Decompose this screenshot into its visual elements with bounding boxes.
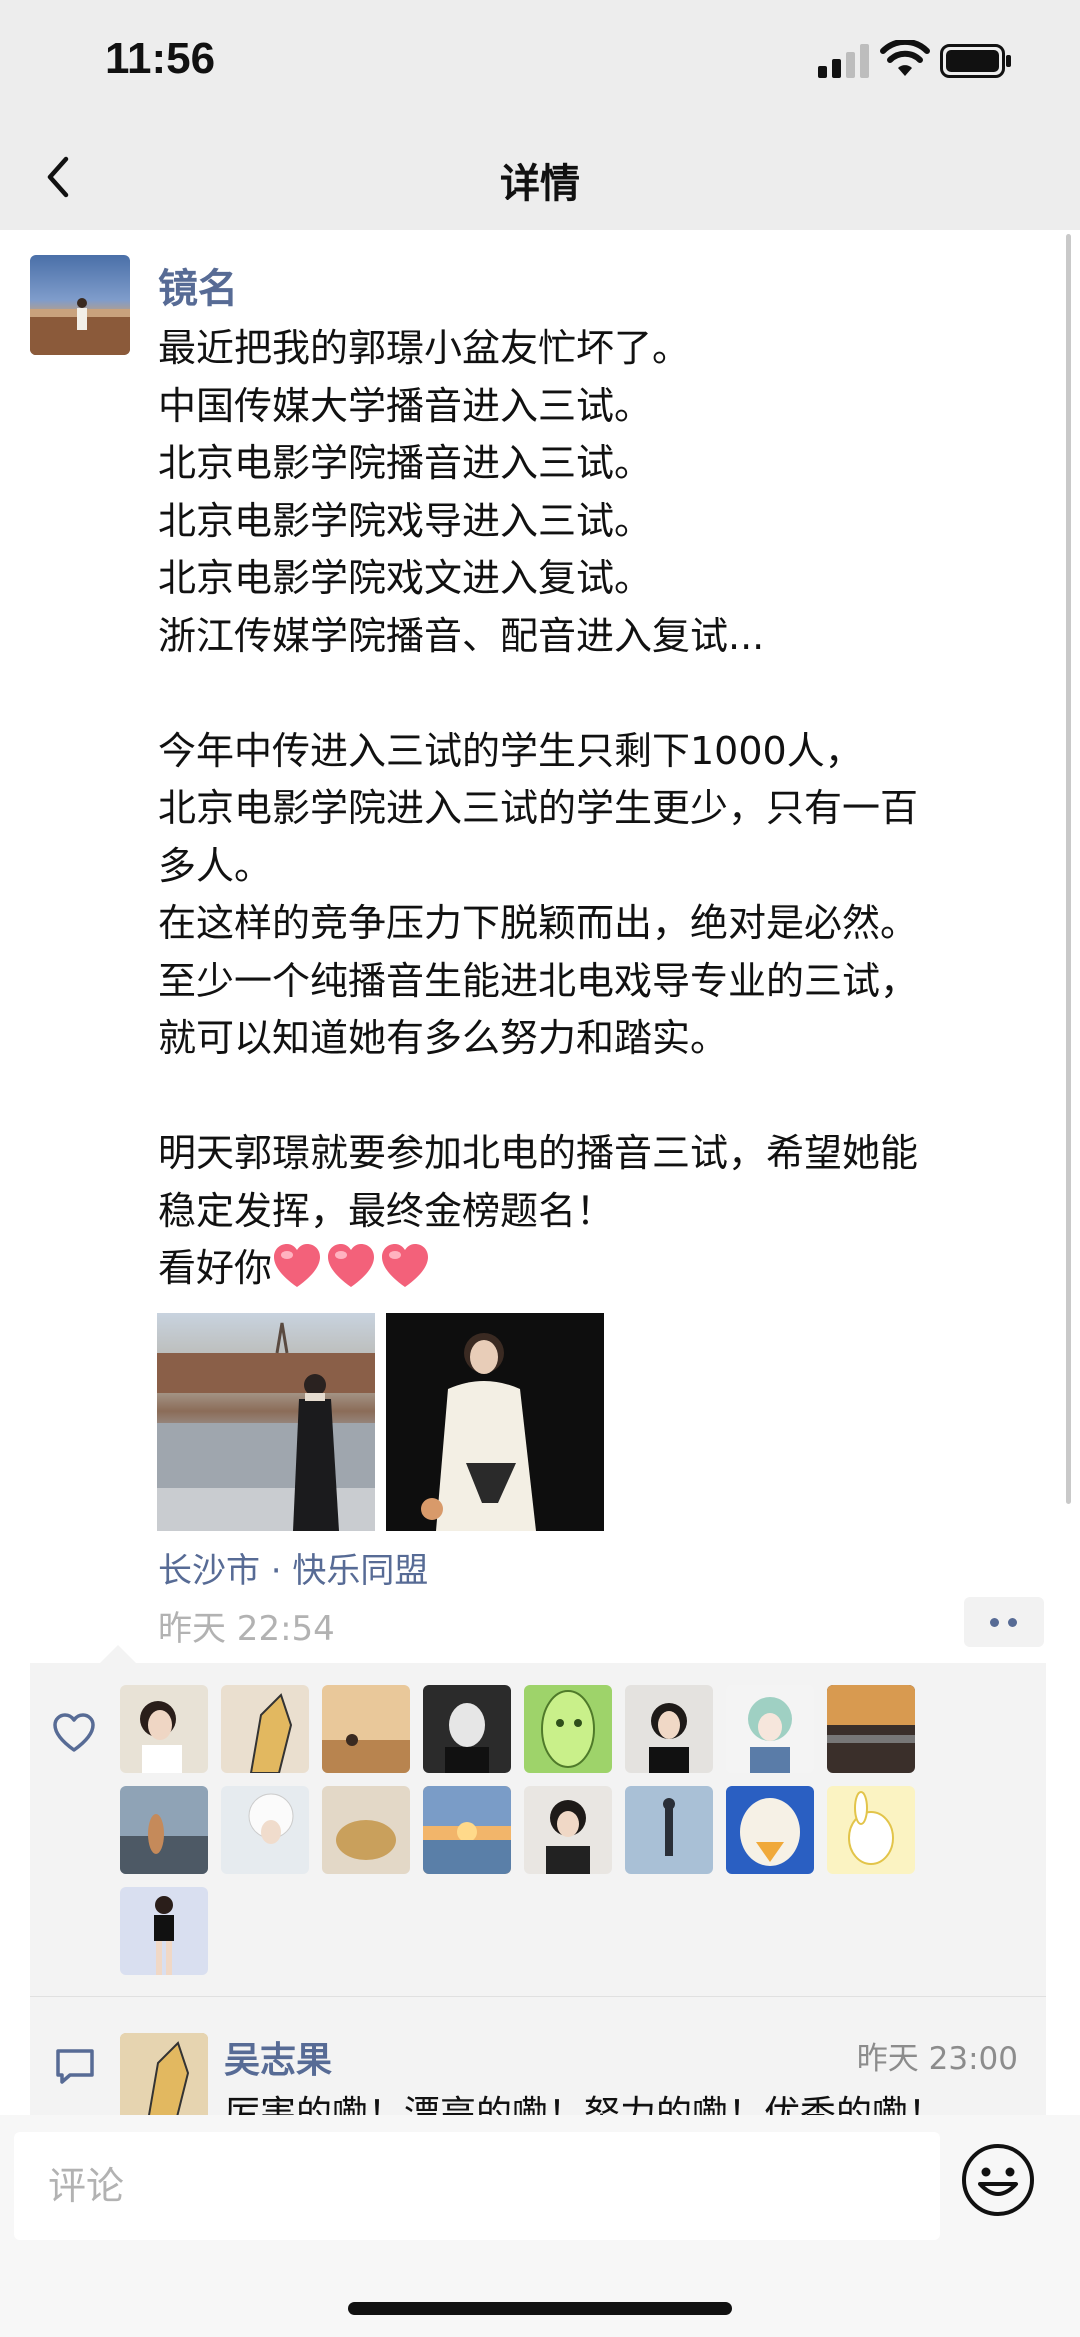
comment-bubble-icon	[56, 2049, 94, 2084]
scrollbar[interactable]	[1066, 234, 1071, 1504]
liker-avatar[interactable]	[524, 1786, 612, 1874]
page-title: 详情	[500, 161, 580, 207]
author-name[interactable]: 镜名	[158, 256, 238, 314]
comment-time: 昨天 23:00	[856, 2041, 1018, 2077]
liker-avatar[interactable]	[221, 1685, 309, 1773]
home-indicator[interactable]	[348, 2302, 732, 2315]
liker-avatar[interactable]	[726, 1786, 814, 1874]
heart-outline-icon	[53, 1713, 95, 1752]
post-photo-1[interactable]	[157, 1313, 375, 1531]
post-text: 最近把我的郭璟小盆友忙坏了。 中国传媒大学播音进入三试。 北京电影学院播音进入三…	[158, 320, 1038, 1298]
post-location[interactable]: 长沙市 · 快乐同盟	[158, 1543, 428, 1592]
post-photo-2[interactable]	[386, 1313, 604, 1531]
liker-avatar[interactable]	[625, 1685, 713, 1773]
liker-avatar[interactable]	[322, 1685, 410, 1773]
interaction-panel: 吴志果 昨天 23:00 厉害的嘞！漂亮的嘞！努力的嘞！优秀的嘞！	[30, 1645, 1046, 2135]
comment-input[interactable]	[14, 2132, 940, 2240]
divider	[30, 1996, 1046, 1997]
liker-avatar[interactable]	[524, 1685, 612, 1773]
dot-icon	[1008, 1618, 1017, 1627]
post-last-line: 看好你	[158, 1246, 273, 1290]
heart-icon	[328, 1244, 375, 1287]
post-time: 昨天 22:54	[158, 1609, 335, 1649]
more-options-button[interactable]	[964, 1597, 1044, 1647]
post-body: 最近把我的郭璟小盆友忙坏了。 中国传媒大学播音进入三试。 北京电影学院播音进入三…	[158, 326, 919, 1233]
liker-avatar[interactable]	[726, 1685, 814, 1773]
nav-bar: 详情	[0, 125, 1080, 230]
liker-avatar[interactable]	[322, 1786, 410, 1874]
battery-icon	[940, 44, 1011, 78]
cellular-signal-icon	[818, 44, 869, 78]
liker-avatar[interactable]	[827, 1786, 915, 1874]
commenter-name[interactable]: 吴志果	[224, 2031, 332, 2083]
liker-avatar[interactable]	[120, 1685, 208, 1773]
status-bar: 11:56	[0, 0, 1080, 125]
heart-icon	[382, 1244, 429, 1287]
liker-avatar[interactable]	[423, 1685, 511, 1773]
liker-avatar[interactable]	[625, 1786, 713, 1874]
status-time: 11:56	[105, 34, 216, 83]
liker-avatar[interactable]	[221, 1786, 309, 1874]
liker-avatar[interactable]	[120, 1786, 208, 1874]
liker-avatar[interactable]	[423, 1786, 511, 1874]
liker-avatar[interactable]	[120, 1887, 208, 1975]
emoji-icon[interactable]	[960, 2142, 1036, 2218]
wifi-icon	[880, 40, 930, 76]
liker-avatar[interactable]	[827, 1685, 915, 1773]
dot-icon	[990, 1618, 999, 1627]
commenter-avatar[interactable]	[120, 2033, 208, 2121]
author-avatar[interactable]	[30, 255, 130, 355]
heart-icon	[274, 1244, 321, 1287]
